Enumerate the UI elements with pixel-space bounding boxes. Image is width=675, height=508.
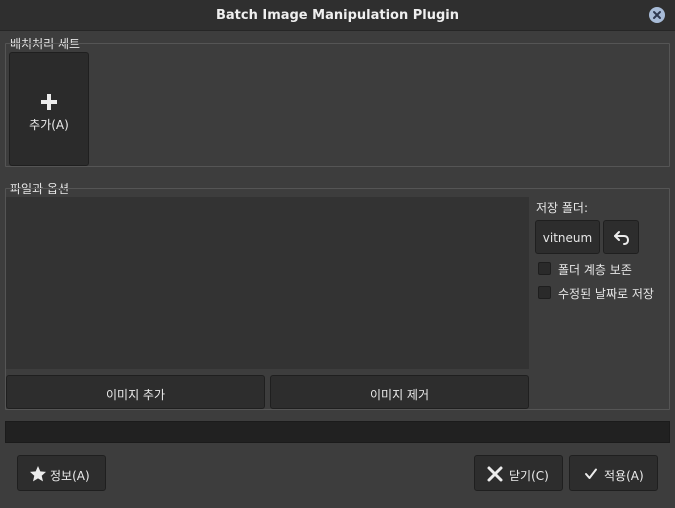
save-by-date-label: 수정된 날짜로 저장 <box>558 287 654 301</box>
keep-hierarchy-label: 폴더 계층 보존 <box>558 263 632 277</box>
add-manipulation-button[interactable]: 추가(A) <box>9 52 89 166</box>
close-icon <box>653 11 661 19</box>
add-manipulation-label: 추가(A) <box>29 118 69 132</box>
undo-icon <box>614 231 630 245</box>
reset-folder-button[interactable] <box>603 220 639 254</box>
title-bar: Batch Image Manipulation Plugin <box>0 0 675 31</box>
remove-images-button[interactable]: 이미지 제거 <box>270 375 529 409</box>
output-folder-button[interactable]: vitneum <box>535 220 600 254</box>
checkmark-icon <box>585 468 597 479</box>
image-file-list[interactable] <box>6 197 529 369</box>
window-title: Batch Image Manipulation Plugin <box>215 8 460 23</box>
remove-images-label: 이미지 제거 <box>369 388 429 402</box>
bimp-window: Batch Image Manipulation Plugin 배치처리 세트 … <box>0 0 675 508</box>
close-label: 닫기(C) <box>509 469 549 483</box>
apply-label: 적용(A) <box>604 469 644 483</box>
progress-bar <box>5 421 670 443</box>
about-button[interactable]: 정보(A) <box>17 455 106 491</box>
star-icon <box>30 466 46 482</box>
close-window-button[interactable] <box>649 7 665 23</box>
close-x-icon <box>487 466 503 482</box>
close-button[interactable]: 닫기(C) <box>474 455 563 491</box>
add-images-label: 이미지 추가 <box>105 388 165 402</box>
output-folder-name: vitneum <box>542 231 593 245</box>
batch-set-frame <box>5 43 670 167</box>
keep-hierarchy-checkbox[interactable] <box>538 262 551 275</box>
save-folder-label: 저장 폴더: <box>536 201 589 215</box>
apply-button[interactable]: 적용(A) <box>569 455 658 491</box>
plus-icon <box>41 94 57 110</box>
save-by-date-checkbox[interactable] <box>538 286 551 299</box>
add-images-button[interactable]: 이미지 추가 <box>6 375 265 409</box>
about-label: 정보(A) <box>50 469 90 483</box>
